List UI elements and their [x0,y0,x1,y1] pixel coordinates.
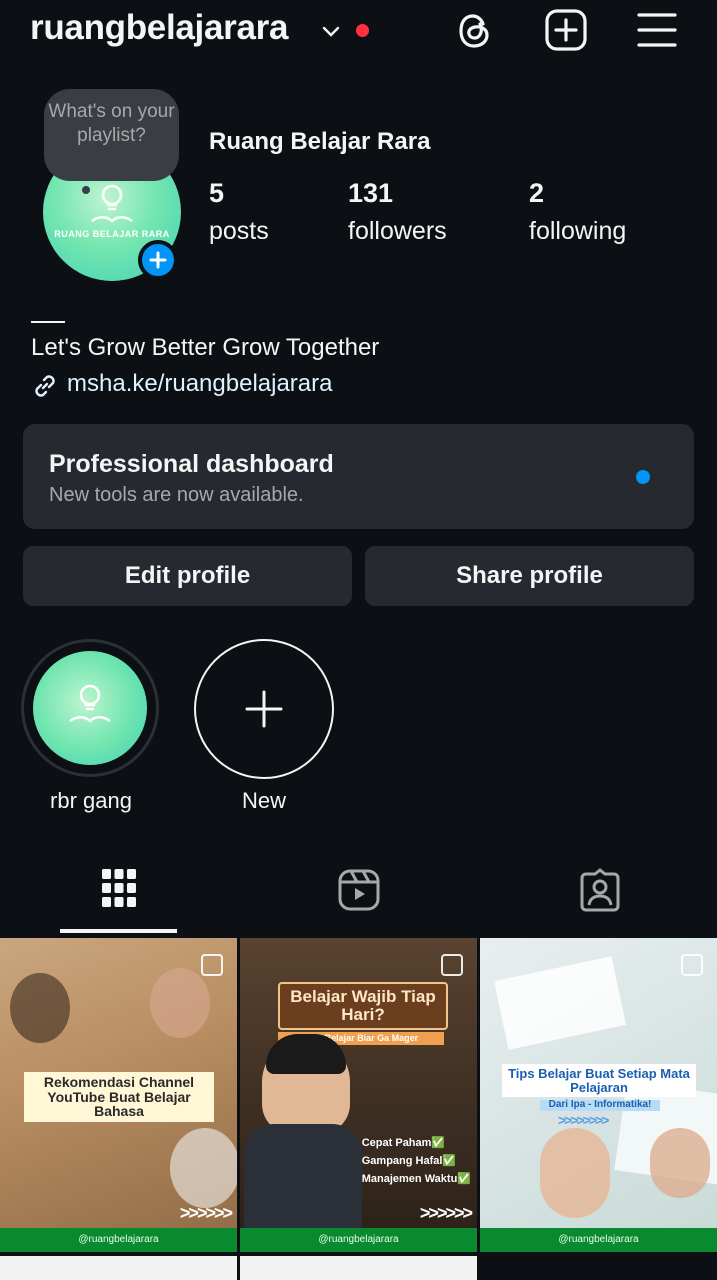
post-handle: @ruangbelajarara [240,1228,477,1252]
post-subtitle: Dari Ipa - Informatika! [540,1099,660,1111]
profile-link[interactable]: msha.ke/ruangbelajarara [67,370,333,398]
stat-followers-value: 131 [348,178,394,208]
chevron-down-icon[interactable] [320,20,342,42]
stat-posts-label: posts [209,217,269,245]
dashboard-title: Professional dashboard [49,450,334,478]
stat-followers[interactable]: 131 followers [348,178,447,246]
carousel-icon [681,954,703,976]
highlight-cover[interactable] [33,651,147,765]
tab-active-indicator [60,929,177,933]
post-thumbnail[interactable]: Belajar Wajib Tiap Hari? Tips Belajar Bi… [240,938,477,1252]
highlight-label: rbr gang [50,788,132,813]
new-highlight-button[interactable] [194,639,334,779]
link-icon [31,372,59,400]
lightbulb-book-icon [91,184,133,223]
note-bubble-tail [82,186,90,194]
post-thumbnail-partial[interactable] [0,1256,237,1280]
bio-text: Let's Grow Better Grow Together [31,334,380,361]
post-thumbnail[interactable]: Tips Belajar Buat Setiap Mata Pelajaran … [480,938,717,1252]
post-handle: @ruangbelajarara [0,1228,237,1252]
grid-icon [102,869,136,907]
post-point: Gampang Hafal✅ [361,1155,457,1167]
post-handle: @ruangbelajarara [480,1228,717,1252]
stat-following-label: following [529,217,627,245]
add-story-button[interactable] [138,240,178,280]
post-title: Belajar Wajib Tiap Hari? [278,982,448,1030]
tab-reels[interactable] [337,868,381,912]
stat-following-value: 2 [529,178,545,208]
post-points: Cepat Paham✅ Gampang Hafal✅ Manajemen Wa… [362,1134,471,1188]
dashboard-subtitle: New tools are now available. [49,484,304,506]
stat-following[interactable]: 2 following [529,178,626,246]
post-thumbnail-partial[interactable] [240,1256,477,1280]
stat-posts[interactable]: 5 posts [209,178,269,246]
post-swipe-arrows: >>>>>>>> [558,1112,609,1128]
plus-icon [245,690,283,728]
username-header[interactable]: ruangbelajarara [30,8,288,48]
stat-followers-label: followers [348,217,447,245]
carousel-icon [201,954,223,976]
stat-posts-value: 5 [209,178,225,208]
notification-dot [356,24,369,37]
dashboard-new-dot [636,470,650,484]
tagged-user-icon [580,868,620,912]
carousel-icon [441,954,463,976]
new-post-icon[interactable] [544,8,588,52]
lightbulb-book-icon [69,684,111,723]
professional-dashboard-card[interactable]: Professional dashboard New tools are now… [23,424,694,529]
new-highlight-label: New [241,788,286,813]
post-title: Rekomendasi Channel YouTube Buat Belajar… [24,1072,214,1123]
post-point: Cepat Paham✅ [361,1137,446,1149]
note-bubble[interactable]: What's on your playlist? [44,89,179,181]
post-swipe-arrows: >>>>>> [419,1203,473,1223]
post-title: Tips Belajar Buat Setiap Mata Pelajaran [502,1064,696,1098]
bio-divider [31,321,65,323]
share-profile-button[interactable]: Share profile [365,546,694,606]
avatar-text: RUANG BELAJAR RARA [54,229,170,239]
reels-icon [338,869,380,911]
post-swipe-arrows: >>>>>> [179,1203,233,1223]
threads-icon[interactable] [454,10,496,52]
post-thumbnail[interactable]: Rekomendasi Channel YouTube Buat Belajar… [0,938,237,1252]
tab-grid[interactable] [100,866,138,910]
display-name: Ruang Belajar Rara [209,128,431,155]
tab-tagged[interactable] [578,868,622,912]
menu-icon[interactable] [636,10,678,50]
post-point: Manajemen Waktu✅ [361,1173,471,1185]
edit-profile-button[interactable]: Edit profile [23,546,352,606]
